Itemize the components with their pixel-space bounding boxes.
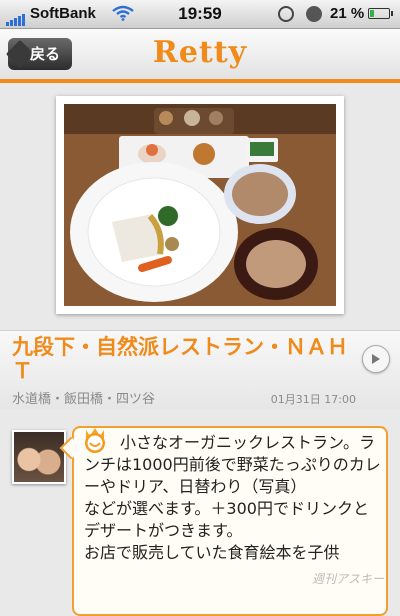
- post-datetime: 01月31日 17:00: [270, 393, 356, 406]
- battery-fill: [370, 10, 374, 17]
- location-text: 水道橋・飯田橋・四ツ谷: [12, 392, 156, 407]
- battery-icon: [368, 8, 393, 19]
- chevron-right-icon[interactable]: [362, 345, 390, 373]
- comment-text: 小さなオーガニックレストラン。ランチは1000円前後で野菜たっぷりのカレーやドリ…: [84, 433, 381, 562]
- watermark: 週刊アスキー: [312, 572, 385, 586]
- battery-percent: 21 %: [330, 5, 365, 22]
- restaurant-title[interactable]: 九段下・自然派レストラン・ＮＡＨＴ: [12, 335, 352, 383]
- status-bar: SoftBank 19:59 21 %: [0, 0, 400, 29]
- alarm-icon: [306, 6, 322, 22]
- food-photo[interactable]: [56, 96, 344, 314]
- app-logo: Retty: [152, 35, 248, 70]
- restaurant-header: 九段下・自然派レストラン・ＮＡＨＴ 水道橋・飯田橋・四ツ谷 01月31日 17:…: [0, 330, 400, 409]
- lock-rotation-icon: [278, 6, 294, 22]
- avatar[interactable]: [12, 430, 66, 484]
- food-photo-image: [64, 104, 336, 306]
- navigation-bar: 戻る Retty: [0, 29, 400, 83]
